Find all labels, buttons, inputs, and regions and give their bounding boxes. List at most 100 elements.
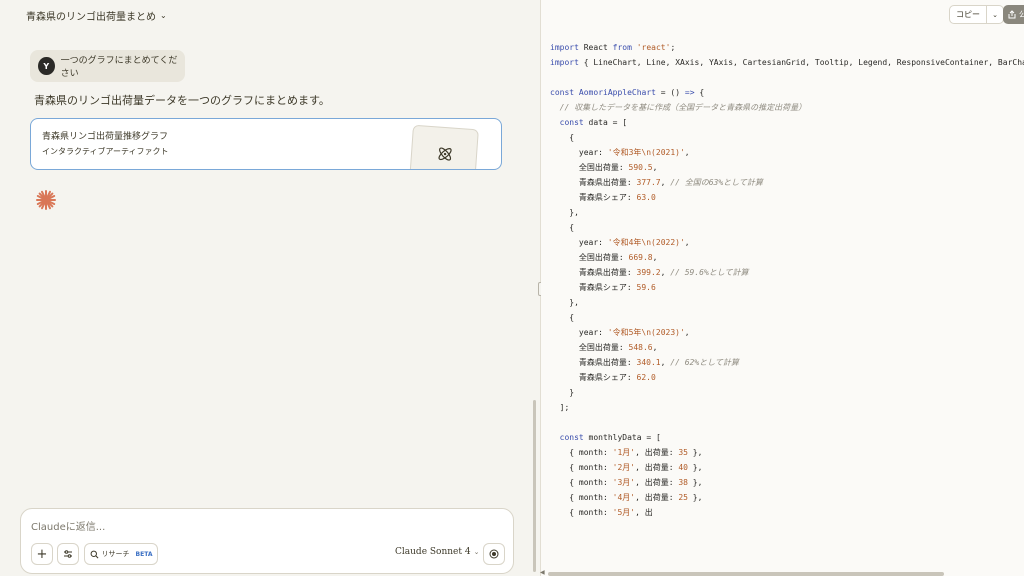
code-token: // 59.6%として計算 bbox=[670, 268, 749, 277]
code-line: 青森県出荷量: 377.7, // 全国の63%として計算 bbox=[550, 175, 1024, 190]
code-line: } bbox=[550, 385, 1024, 400]
code-token: = () bbox=[655, 88, 685, 97]
artifact-code-panel: コピー ⌄ 公 import React from 'react'; import… bbox=[541, 0, 1024, 576]
scroll-left-icon[interactable]: ◀ bbox=[540, 569, 545, 576]
code-line: 青森県シェア: 59.6 bbox=[550, 280, 1024, 295]
code-token: { LineChart, Line, XAxis, YAxis, Cartesi… bbox=[578, 58, 1024, 67]
claude-spark-icon bbox=[36, 190, 56, 210]
add-attachment-button[interactable]: + bbox=[31, 543, 53, 565]
publish-label: 公 bbox=[1019, 10, 1024, 19]
code-line: { month: '4月', 出荷量: 25 }, bbox=[550, 490, 1024, 505]
code-token: 青森県出荷量: bbox=[550, 178, 637, 187]
code-token: { month: bbox=[550, 463, 613, 472]
conversation-title[interactable]: 青森県のリンゴ出荷量まとめ ⌄ bbox=[26, 8, 167, 23]
code-token: 63.0 bbox=[636, 193, 656, 202]
conversation-title-text: 青森県のリンゴ出荷量まとめ bbox=[26, 12, 156, 23]
code-token: 590.5 bbox=[628, 163, 653, 172]
record-icon bbox=[489, 549, 499, 559]
avatar: Y bbox=[38, 57, 55, 75]
assistant-message: 青森県のリンゴ出荷量データを一つのグラフにまとめます。 bbox=[34, 94, 330, 107]
code-line: 全国出荷量: 590.5, bbox=[550, 160, 1024, 175]
code-token: 377.7 bbox=[636, 178, 661, 187]
code-token: , bbox=[652, 163, 658, 172]
code-line: 青森県出荷量: 340.1, // 62%として計算 bbox=[550, 355, 1024, 370]
chevron-down-icon: ⌄ bbox=[160, 11, 167, 20]
voice-mode-button[interactable] bbox=[483, 543, 505, 565]
code-line: { bbox=[550, 130, 1024, 145]
code-token: { month: bbox=[550, 478, 613, 487]
code-token: { month: bbox=[550, 448, 613, 457]
chat-scrollbar[interactable] bbox=[533, 400, 536, 572]
code-line: 青森県シェア: 62.0 bbox=[550, 370, 1024, 385]
code-token: 62.0 bbox=[636, 373, 656, 382]
code-token: 38 bbox=[678, 478, 688, 487]
model-selector[interactable]: Claude Sonnet 4 ⌄ bbox=[395, 547, 479, 557]
copy-options-button[interactable]: ⌄ bbox=[987, 6, 1003, 23]
code-token: , 出荷量: bbox=[635, 493, 679, 502]
code-token: '2月' bbox=[612, 463, 636, 472]
share-icon bbox=[1008, 10, 1016, 19]
copy-button[interactable]: コピー bbox=[950, 6, 987, 23]
code-token: 40 bbox=[678, 463, 688, 472]
code-token: '令和3年\n(2021)' bbox=[607, 148, 685, 157]
code-line: 全国出荷量: 669.8, bbox=[550, 250, 1024, 265]
code-token: 青森県シェア: bbox=[550, 193, 637, 202]
code-line: const data = [ bbox=[550, 115, 1024, 130]
code-token: 全国出荷量: bbox=[550, 253, 629, 262]
code-token: , 出荷量: bbox=[635, 463, 679, 472]
code-token: const bbox=[559, 118, 584, 127]
tools-button[interactable] bbox=[57, 543, 79, 565]
code-token: }, bbox=[550, 208, 579, 217]
code-line: const monthlyData = [ bbox=[550, 430, 1024, 445]
search-icon bbox=[90, 550, 98, 558]
code-token: } bbox=[550, 388, 575, 397]
reply-composer: + リサーチ BETA Claude Sonnet 4 ⌄ bbox=[20, 508, 514, 574]
research-button[interactable]: リサーチ BETA bbox=[84, 543, 158, 565]
chevron-down-icon: ⌄ bbox=[992, 10, 998, 19]
code-token: AomoriAppleChart bbox=[578, 88, 656, 97]
code-token: import bbox=[550, 43, 579, 52]
code-token: 青森県出荷量: bbox=[550, 358, 637, 367]
react-atom-icon bbox=[438, 147, 452, 161]
code-token: ]; bbox=[550, 403, 570, 412]
code-token: 青森県シェア: bbox=[550, 373, 637, 382]
code-token: { bbox=[550, 313, 575, 322]
code-line: }, bbox=[550, 295, 1024, 310]
code-token: 全国出荷量: bbox=[550, 163, 629, 172]
code-token: '1月' bbox=[612, 448, 636, 457]
user-message: Y 一つのグラフにまとめてください bbox=[30, 50, 185, 82]
code-token: // 全国の63%として計算 bbox=[670, 178, 763, 187]
code-token: }, bbox=[550, 298, 579, 307]
code-line: { month: '5月', 出 bbox=[550, 505, 1024, 520]
code-token: // 62%として計算 bbox=[670, 358, 739, 367]
artifact-card[interactable]: 青森県リンゴ出荷量推移グラフ インタラクティブアーティファクト bbox=[30, 118, 502, 170]
code-line: { month: '3月', 出荷量: 38 }, bbox=[550, 475, 1024, 490]
code-horizontal-scrollbar[interactable] bbox=[548, 572, 944, 576]
code-line: { month: '1月', 出荷量: 35 }, bbox=[550, 445, 1024, 460]
code-line: { bbox=[550, 310, 1024, 325]
code-token: , bbox=[652, 343, 658, 352]
code-line: 青森県出荷量: 399.2, // 59.6%として計算 bbox=[550, 265, 1024, 280]
code-token: year: bbox=[550, 328, 608, 337]
publish-button[interactable]: 公 bbox=[1003, 5, 1024, 24]
code-token: import bbox=[550, 58, 579, 67]
code-line: 青森県シェア: 63.0 bbox=[550, 190, 1024, 205]
code-token: '4月' bbox=[612, 493, 636, 502]
code-token: 399.2 bbox=[636, 268, 661, 277]
code-token: '令和4年\n(2022)' bbox=[607, 238, 685, 247]
code-token: monthlyData = [ bbox=[583, 433, 661, 442]
code-token: => bbox=[684, 88, 695, 97]
code-token: year: bbox=[550, 148, 608, 157]
code-token: }, bbox=[687, 493, 703, 502]
copy-button-group: コピー ⌄ bbox=[949, 5, 1004, 24]
code-line: import React from 'react'; bbox=[550, 40, 1024, 55]
code-token: React bbox=[578, 43, 613, 52]
code-token: 340.1 bbox=[636, 358, 661, 367]
code-line: 全国出荷量: 548.6, bbox=[550, 340, 1024, 355]
code-token: from bbox=[612, 43, 632, 52]
reply-input[interactable] bbox=[31, 519, 491, 535]
code-token: { month: bbox=[550, 508, 613, 517]
code-token: , 出荷量: bbox=[635, 478, 679, 487]
